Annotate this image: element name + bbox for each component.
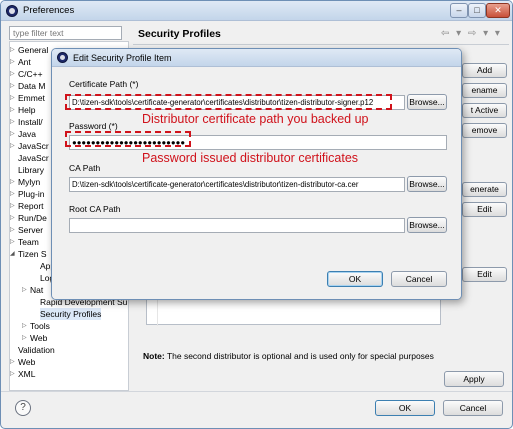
tree-item-label: General [18, 45, 49, 55]
collapsed-arrow-icon[interactable]: ▷ [10, 212, 15, 224]
collapsed-arrow-icon[interactable]: ▷ [10, 104, 15, 116]
collapsed-arrow-icon[interactable]: ▷ [10, 116, 15, 128]
tree-item-label: Emmet [18, 93, 45, 103]
dialog-ok-button[interactable]: OK [327, 271, 383, 287]
tree-item-label: Web [18, 357, 36, 367]
collapsed-arrow-icon[interactable]: ▷ [10, 224, 15, 236]
remove-profile-button[interactable]: emove [462, 123, 507, 138]
edit-author-button[interactable]: Edit [462, 202, 507, 217]
tree-item-label: JavaScr [18, 141, 49, 151]
ok-button[interactable]: OK [375, 400, 435, 416]
tree-item-label: Validation [18, 345, 55, 355]
page-title: Security Profiles [138, 28, 221, 40]
collapsed-arrow-icon[interactable]: ▷ [22, 284, 27, 296]
collapsed-arrow-icon[interactable]: ▷ [10, 92, 15, 104]
window-title: Preferences [23, 5, 75, 16]
edit-distributor-button[interactable]: Edit [462, 267, 507, 282]
tree-item-label: Plug-in [18, 189, 45, 199]
tree-item-label: Report [18, 201, 44, 211]
collapsed-arrow-icon[interactable]: ▷ [10, 200, 15, 212]
password-annotation: Password issued distributor certificates [142, 151, 359, 165]
header-divider [133, 44, 509, 45]
ca-browse-button[interactable]: Browse... [407, 176, 447, 192]
distributor-note: Note: The second distributor is optional… [143, 351, 434, 361]
collapsed-arrow-icon[interactable]: ▷ [22, 332, 27, 344]
tree-item-label: Tizen S [18, 249, 47, 259]
tree-item-label: Ant [18, 57, 31, 67]
collapsed-arrow-icon[interactable]: ▷ [10, 68, 15, 80]
help-icon[interactable]: ? [15, 400, 31, 416]
dialog-title: Edit Security Profile Item [73, 53, 172, 63]
dialog-cancel-button[interactable]: Cancel [391, 271, 447, 287]
tree-item-label: Security Profiles [40, 308, 102, 320]
collapsed-arrow-icon[interactable]: ▷ [10, 176, 15, 188]
collapsed-arrow-icon[interactable]: ▷ [10, 356, 15, 368]
preferences-window: Preferences – □ ✕ ▷General▷Ant▷C/C++▷Dat… [0, 0, 513, 429]
root-ca-browse-button[interactable]: Browse... [407, 217, 447, 233]
tree-item-label: Install/ [18, 117, 43, 127]
tree-item-label: Library [18, 165, 44, 175]
tree-item-label: Data M [18, 81, 46, 91]
tree-item-label: Nat [30, 285, 44, 295]
ca-path-field[interactable] [69, 177, 405, 192]
tree-item-label: Team [18, 237, 39, 247]
root-ca-path-label: Root CA Path [69, 204, 121, 214]
certificate-path-label: Certificate Path (*) [69, 79, 139, 89]
certificate-browse-button[interactable]: Browse... [407, 94, 447, 110]
tree-item-label: Help [18, 105, 36, 115]
tree-item-label: XML [18, 369, 36, 379]
cancel-button[interactable]: Cancel [443, 400, 503, 416]
eclipse-dialog-icon [57, 52, 68, 63]
set-active-button[interactable]: t Active [462, 103, 507, 118]
close-button[interactable]: ✕ [486, 3, 510, 18]
expanded-arrow-icon[interactable]: ◢ [10, 248, 15, 260]
maximize-button[interactable]: □ [468, 3, 486, 18]
collapsed-arrow-icon[interactable]: ▷ [10, 44, 15, 56]
collapsed-arrow-icon[interactable]: ▷ [10, 188, 15, 200]
collapsed-arrow-icon[interactable]: ▷ [10, 236, 15, 248]
note-label: Note: [143, 351, 165, 361]
collapsed-arrow-icon[interactable]: ▷ [10, 140, 15, 152]
ca-path-label: CA Path [69, 163, 101, 173]
collapsed-arrow-icon[interactable]: ▷ [10, 56, 15, 68]
collapsed-arrow-icon[interactable]: ▷ [10, 368, 15, 380]
collapsed-arrow-icon[interactable]: ▷ [10, 80, 15, 92]
certificate-annotation: Distributor certificate path you backed … [142, 112, 369, 126]
collapsed-arrow-icon[interactable]: ▷ [22, 320, 27, 332]
history-nav-arrows[interactable]: ⇦ ▾ ⇨ ▾ ▾ [441, 28, 502, 39]
tree-item-label: JavaScr [18, 153, 49, 163]
password-highlight [65, 131, 191, 147]
eclipse-app-icon [6, 5, 18, 17]
generate-button[interactable]: enerate [462, 182, 507, 197]
certificate-path-highlight [65, 94, 392, 110]
password-label: Password (*) [69, 121, 118, 131]
tree-item-label: Run/De [18, 213, 47, 223]
tree-item-label: Web [30, 333, 48, 343]
collapsed-arrow-icon[interactable]: ▷ [10, 128, 15, 140]
window-titlebar: Preferences – □ ✕ [1, 1, 512, 21]
minimize-button[interactable]: – [450, 3, 468, 18]
root-ca-path-field[interactable] [69, 218, 405, 233]
tree-item-label: Tools [30, 321, 50, 331]
tree-item-label: Java [18, 129, 36, 139]
edit-security-profile-dialog: Edit Security Profile Item Certificate P… [51, 48, 462, 300]
tree-item-label: Mylyn [18, 177, 41, 187]
note-text: The second distributor is optional and i… [164, 351, 434, 361]
tree-item-label: Server [18, 225, 44, 235]
tree-item-label: C/C++ [18, 69, 43, 79]
add-profile-button[interactable]: Add [462, 63, 507, 78]
rename-profile-button[interactable]: ename [462, 83, 507, 98]
dialog-titlebar: Edit Security Profile Item [52, 49, 461, 67]
footer-divider [1, 391, 512, 392]
apply-button[interactable]: Apply [444, 371, 504, 387]
filter-input[interactable] [9, 26, 122, 40]
